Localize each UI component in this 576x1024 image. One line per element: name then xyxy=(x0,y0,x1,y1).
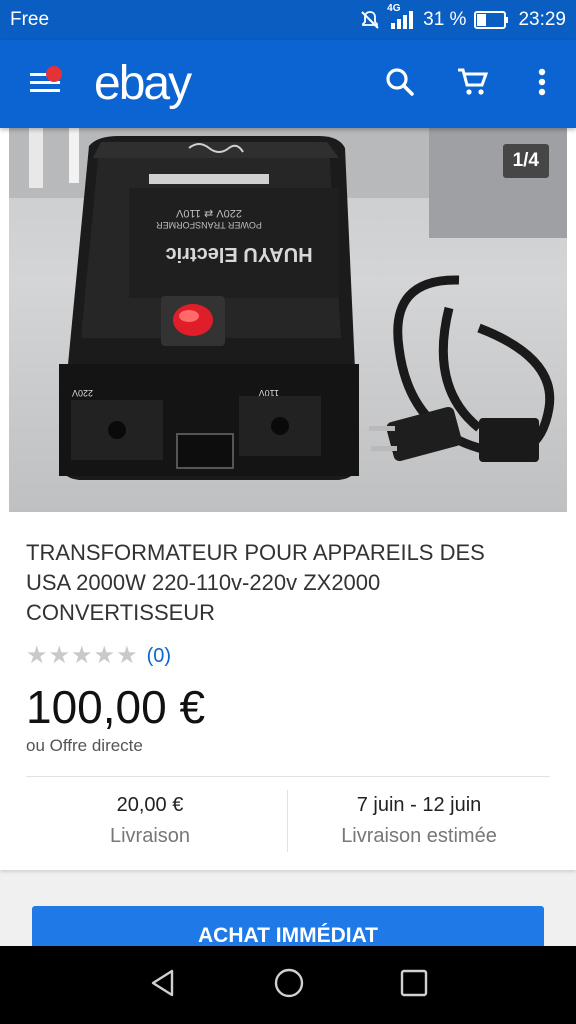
clock: 23:29 xyxy=(518,9,566,30)
star-icon: ★ xyxy=(71,642,93,669)
carrier-name: Free xyxy=(10,9,50,30)
cart-button[interactable] xyxy=(436,40,508,128)
product-title: TRANSFORMATEUR POUR APPAREILS DES USA 20… xyxy=(26,540,485,625)
rating-count[interactable]: (0) xyxy=(147,645,171,668)
status-bar: Free 4G 31 % 23:29 xyxy=(0,0,576,40)
star-icon: ★ xyxy=(26,642,48,669)
rating[interactable]: ★ ★ ★ ★ ★ (0) xyxy=(26,644,171,668)
image-subtitle-text: POWER TRANSFORMER xyxy=(156,220,262,230)
product-photo[interactable]: HUAYU Electric POWER TRANSFORMER 220V ⇄ … xyxy=(9,128,567,512)
cart-icon xyxy=(456,67,489,102)
divider xyxy=(26,776,550,777)
silent-icon xyxy=(359,9,381,31)
battery-percent: 31 % xyxy=(423,9,467,30)
back-button[interactable] xyxy=(148,968,178,1003)
product-details: TRANSFORMATEUR POUR APPAREILS DES USA 20… xyxy=(0,512,576,870)
network-type: 4G xyxy=(387,3,401,14)
more-options-button[interactable] xyxy=(508,40,576,128)
star-icon: ★ xyxy=(116,642,138,669)
shipping-cost: 20,00 € Livraison xyxy=(19,794,281,848)
app-bar: ebay xyxy=(0,40,576,128)
home-circle-icon xyxy=(273,967,305,1004)
more-vert-icon xyxy=(538,68,546,101)
star-icon: ★ xyxy=(48,642,71,669)
menu-button[interactable] xyxy=(0,40,90,128)
signal-icon: 4G xyxy=(387,3,415,31)
shipping-cost-label: Livraison xyxy=(109,825,191,847)
recents-button[interactable] xyxy=(400,969,428,1002)
star-icon: ★ xyxy=(93,642,116,669)
delivery-dates-label: Livraison estimée xyxy=(341,825,497,847)
delivery-dates: 7 juin - 12 juin xyxy=(356,794,482,816)
estimated-delivery: 7 juin - 12 juin Livraison estimée xyxy=(288,794,550,848)
best-offer-text: ou Offre directe xyxy=(26,736,143,755)
shipping-cost-value: 20,00 € xyxy=(116,794,184,816)
search-button[interactable] xyxy=(364,40,436,128)
battery-icon xyxy=(474,10,510,30)
image-voltage-text: 220V ⇄ 110V xyxy=(175,207,242,219)
notification-dot xyxy=(46,66,62,82)
ebay-logo[interactable]: ebay xyxy=(94,60,192,108)
image-brand-text: HUAYU Electric xyxy=(165,243,312,265)
home-button[interactable] xyxy=(273,967,305,1004)
system-nav-bar xyxy=(0,946,576,1024)
product-gallery[interactable]: HUAYU Electric POWER TRANSFORMER 220V ⇄ … xyxy=(0,128,576,512)
search-icon xyxy=(385,67,415,102)
back-triangle-icon xyxy=(148,968,178,1003)
image-counter: 1/4 xyxy=(502,144,549,178)
price: 100,00 € xyxy=(26,681,206,733)
image-left-outlet-label: 220V xyxy=(72,388,93,398)
recents-square-icon xyxy=(400,969,428,1002)
